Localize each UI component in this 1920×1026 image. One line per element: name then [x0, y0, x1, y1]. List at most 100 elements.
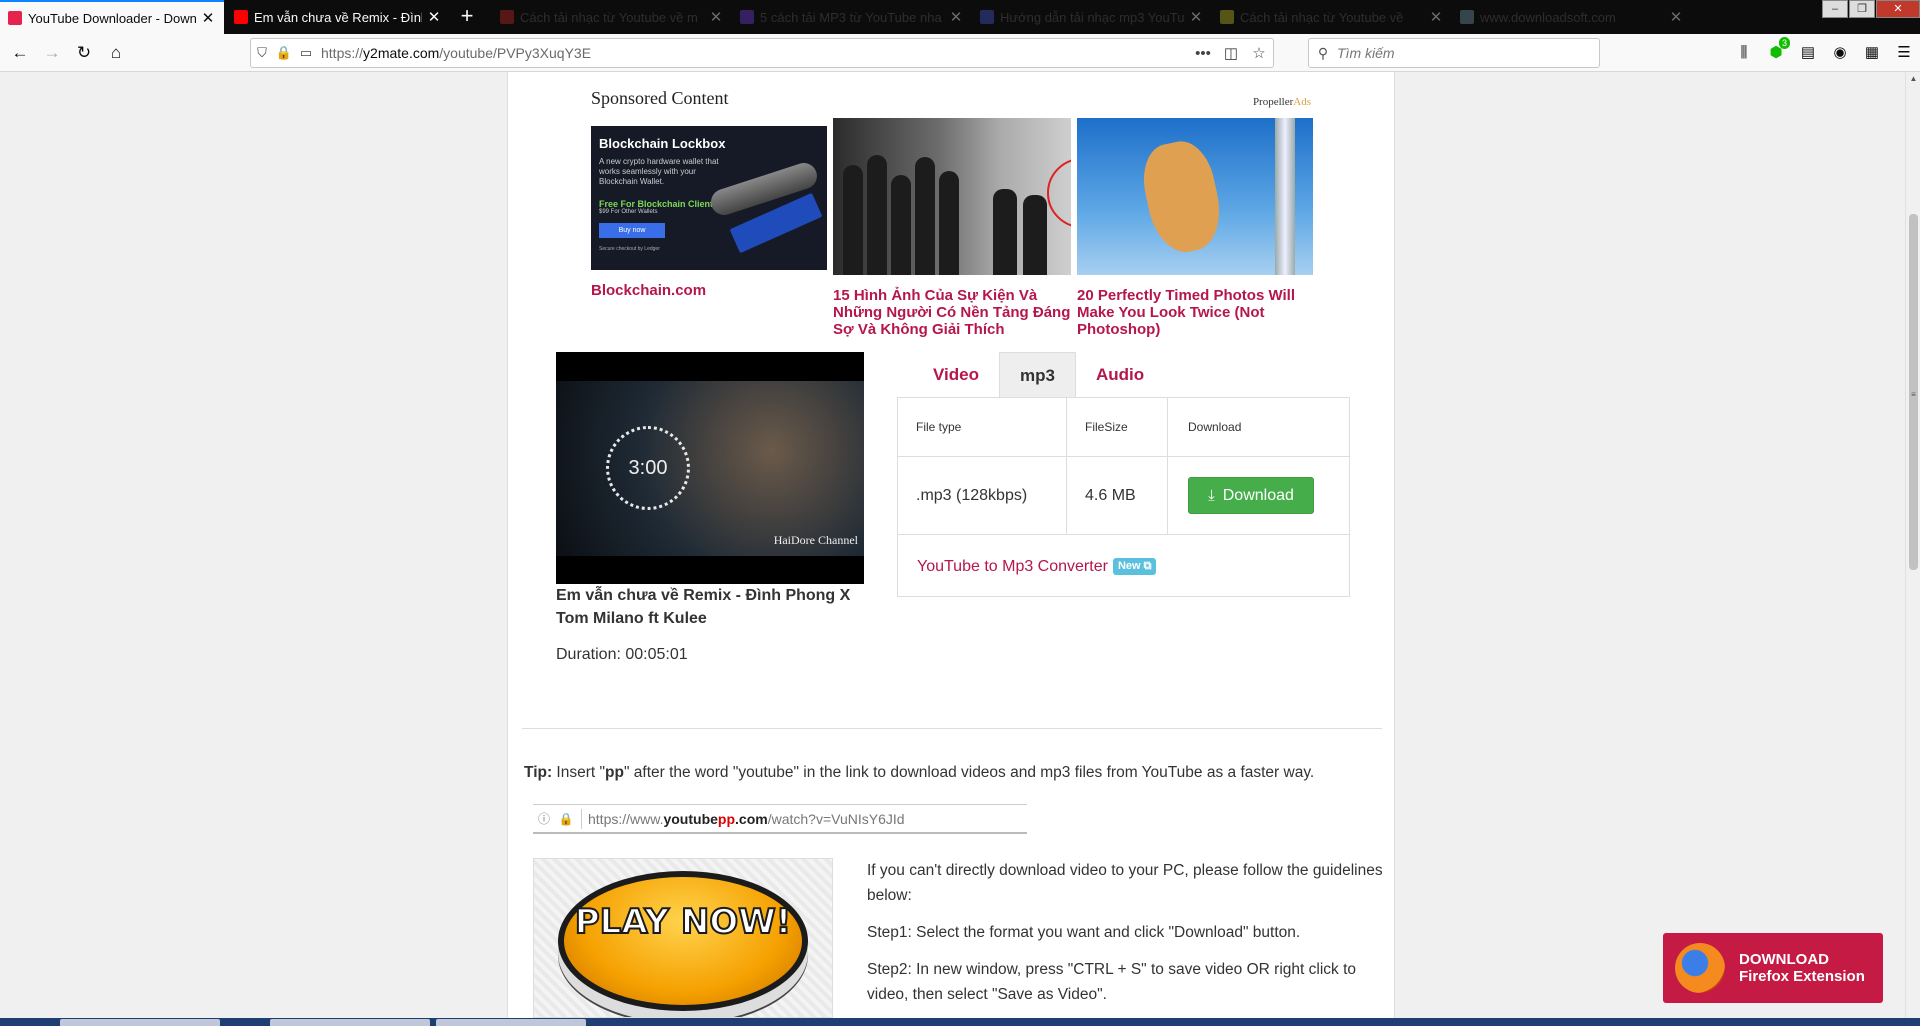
- home-icon[interactable]: ⌂: [102, 39, 130, 67]
- ad-image[interactable]: Blockchain Lockbox A new crypto hardware…: [591, 126, 827, 270]
- sponsored-heading: Sponsored Content: [591, 88, 729, 108]
- reload-icon[interactable]: ↻: [70, 39, 98, 67]
- download-table: File type FileSize Download .mp3 (128kbp…: [897, 397, 1350, 597]
- library-icon[interactable]: ⫼: [1728, 39, 1760, 67]
- video-duration: Duration: 00:05:01: [556, 646, 688, 663]
- close-tab-icon[interactable]: ✕: [708, 8, 724, 26]
- guide-step1: Step1: Select the format you want and cl…: [867, 924, 1301, 941]
- close-tab-icon[interactable]: ✕: [1188, 8, 1204, 26]
- scroll-up-icon[interactable]: ▲: [1906, 74, 1920, 83]
- tab-3[interactable]: Cách tải nhạc từ Youtube về m ✕: [492, 0, 732, 34]
- taskbar-item[interactable]: [270, 1019, 430, 1026]
- close-tab-icon[interactable]: ✕: [1668, 8, 1684, 26]
- pocket-icon[interactable]: ◫: [1217, 44, 1245, 62]
- address-bar[interactable]: ⛉ 🔒 ▭ https://y2mate.com/youtube/PVPy3Xu…: [250, 38, 1274, 68]
- y2mate-favicon-icon: [8, 11, 22, 25]
- toolbar-icons: ⫼ ⬢ 3 ▤ ◉ ▦ ☰: [1728, 37, 1920, 67]
- tab-title: Cách tải nhạc từ Youtube về: [1240, 9, 1404, 25]
- close-tab-icon[interactable]: ✕: [200, 9, 216, 27]
- nav-bar: ← → ↻ ⌂ ⛉ 🔒 ▭ https://y2mate.com/youtube…: [0, 34, 1920, 72]
- taskbar-item[interactable]: [436, 1019, 586, 1026]
- ad-buy-button[interactable]: Buy now: [599, 223, 665, 238]
- tab-video[interactable]: Video: [913, 352, 999, 398]
- main-container: Sponsored Content PropellerAds Blockchai…: [507, 72, 1395, 1018]
- divider: [522, 728, 1382, 729]
- addon-shield-icon[interactable]: ⬢ 3: [1760, 37, 1792, 67]
- vertical-scrollbar[interactable]: ▲ ≡: [1905, 72, 1920, 1018]
- download-guide: If you can't directly download video to …: [867, 858, 1387, 1018]
- search-placeholder: Tìm kiếm: [1337, 45, 1395, 61]
- ad-blockchain[interactable]: Blockchain Lockbox A new crypto hardware…: [591, 126, 827, 299]
- youtube-favicon-icon: [234, 10, 248, 24]
- format-tabs: Video mp3 Audio: [913, 352, 1164, 398]
- jumping-cat-image: [1136, 135, 1228, 259]
- tab-youtube-video[interactable]: Em vẫn chưa về Remix - Đình P ✕: [226, 0, 450, 34]
- menu-icon[interactable]: ☰: [1888, 39, 1920, 67]
- play-now-image: PLAY NOW!: [533, 858, 833, 1018]
- tab-7[interactable]: www.downloadsoft.com ✕: [1452, 0, 1692, 34]
- forward-arrow-icon[interactable]: →: [38, 39, 66, 67]
- maximize-icon[interactable]: ❐: [1849, 0, 1875, 18]
- tab-5[interactable]: Hướng dẫn tải nhạc mp3 YouTu ✕: [972, 0, 1212, 34]
- ad-network-logo[interactable]: PropellerAds: [1253, 96, 1311, 108]
- new-tab-button[interactable]: +: [452, 0, 482, 34]
- close-tab-icon[interactable]: ✕: [1428, 8, 1444, 26]
- external-link-icon: ⧉: [1143, 560, 1152, 572]
- header-download: Download: [1188, 420, 1242, 434]
- permissions-icon[interactable]: ▭: [295, 45, 317, 61]
- youtube-mp3-converter-link[interactable]: YouTube to Mp3 Converter: [917, 558, 1108, 576]
- ad-image[interactable]: [833, 118, 1071, 275]
- download-button[interactable]: ⤓ Download: [1188, 477, 1314, 514]
- tab-bar: YouTube Downloader - Downlo ✕ Em vẫn chư…: [0, 0, 1920, 34]
- firefox-extension-banner[interactable]: DOWNLOAD Firefox Extension: [1663, 933, 1883, 1003]
- search-box[interactable]: ⚲ Tìm kiếm: [1308, 38, 1600, 68]
- window-controls: – ❐ ✕: [1821, 0, 1920, 20]
- tab-mp3[interactable]: mp3: [998, 352, 1076, 398]
- close-window-icon[interactable]: ✕: [1876, 0, 1920, 18]
- download-arrow-icon: ⤓: [1208, 487, 1215, 504]
- tab-audio[interactable]: Audio: [1076, 352, 1164, 398]
- info-icon: ⓘ: [537, 812, 550, 826]
- download-button-label: Download: [1222, 486, 1294, 504]
- tab-y2mate[interactable]: YouTube Downloader - Downlo ✕: [0, 0, 224, 34]
- url-text[interactable]: https://y2mate.com/youtube/PVPy3XuqY3E: [321, 45, 1189, 61]
- tab-title: Em vẫn chưa về Remix - Đình P: [254, 9, 422, 25]
- page-favicon-icon: [1220, 10, 1234, 24]
- close-tab-icon[interactable]: ✕: [948, 8, 964, 26]
- taskbar-item[interactable]: [60, 1019, 220, 1026]
- minimize-icon[interactable]: –: [1822, 0, 1848, 18]
- header-file-type: File type: [898, 398, 1067, 456]
- highlight-circle-icon: [1047, 158, 1071, 228]
- ad-photos-history[interactable]: 15 Hình Ảnh Của Sự Kiện Và Những Người C…: [833, 118, 1071, 338]
- converter-link-wrap: YouTube to Mp3 Converter New ⧉: [917, 535, 1157, 598]
- tab-title: Cách tải nhạc từ Youtube về m: [520, 9, 698, 25]
- sidebar-icon[interactable]: ▤: [1792, 39, 1824, 67]
- download-cell: ⤓ Download: [1168, 457, 1349, 534]
- back-arrow-icon[interactable]: ←: [6, 39, 34, 67]
- new-badge[interactable]: New ⧉: [1112, 558, 1157, 575]
- lock-icon[interactable]: 🔒: [273, 45, 295, 61]
- ad-image[interactable]: [1077, 118, 1313, 275]
- ad-timed-photos[interactable]: 20 Perfectly Timed Photos Will Make You …: [1077, 118, 1313, 338]
- video-thumbnail[interactable]: 3:00 HaiDore Channel: [556, 352, 864, 584]
- tab-6[interactable]: Cách tải nhạc từ Youtube về ✕: [1212, 0, 1452, 34]
- converter-row: YouTube to Mp3 Converter New ⧉: [898, 535, 1349, 598]
- extensions-icon[interactable]: ▦: [1856, 39, 1888, 67]
- firefox-logo-icon: [1675, 943, 1725, 993]
- page-viewport: Sponsored Content PropellerAds Blockchai…: [0, 72, 1905, 1018]
- banner-line1: DOWNLOAD: [1739, 951, 1829, 968]
- ad-title[interactable]: Blockchain.com: [591, 282, 827, 299]
- sample-address-bar: ⓘ 🔒 https://www.youtubepp.com/watch?v=Vu…: [533, 804, 1027, 834]
- account-icon[interactable]: ◉: [1824, 39, 1856, 67]
- page-actions-icon[interactable]: •••: [1189, 45, 1217, 62]
- table-header: File type FileSize Download: [898, 398, 1349, 457]
- ad-title[interactable]: 20 Perfectly Timed Photos Will Make You …: [1077, 287, 1313, 338]
- tab-4[interactable]: 5 cách tải MP3 từ YouTube nha ✕: [732, 0, 972, 34]
- bookmark-star-icon[interactable]: ☆: [1245, 44, 1273, 62]
- page-favicon-icon: [1460, 10, 1474, 24]
- banner-line2: Firefox Extension: [1739, 968, 1865, 985]
- tab-title: www.downloadsoft.com: [1480, 9, 1616, 25]
- close-tab-icon[interactable]: ✕: [426, 8, 442, 26]
- ad-title[interactable]: 15 Hình Ảnh Của Sự Kiện Và Những Người C…: [833, 287, 1071, 338]
- shield-icon[interactable]: ⛉: [251, 45, 273, 61]
